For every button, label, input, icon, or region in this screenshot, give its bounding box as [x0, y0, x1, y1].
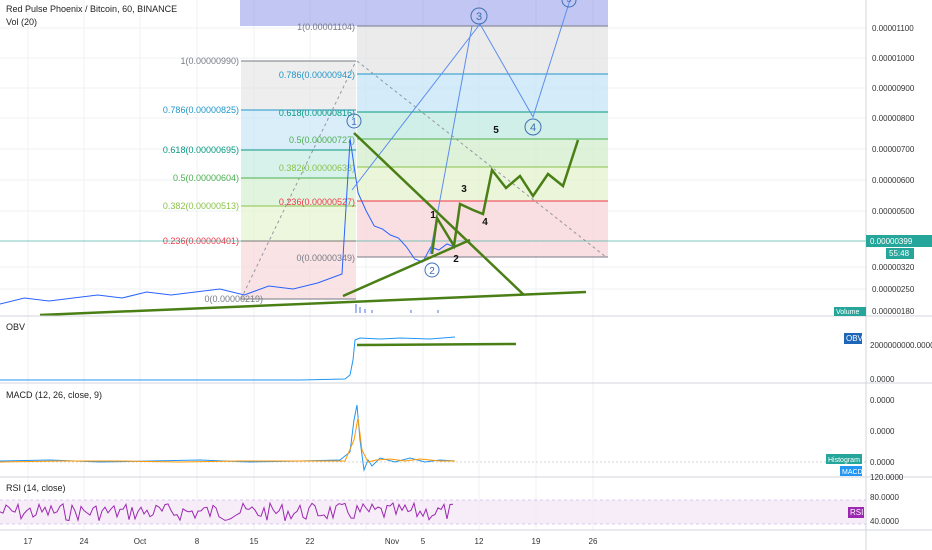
time-tick: Nov: [385, 537, 399, 546]
macd-axis-tick: 0.0000: [870, 458, 895, 467]
fib-label-right: 0.5(0.00000727): [289, 135, 355, 145]
time-tick: 24: [80, 537, 89, 546]
time-tick: 5: [421, 537, 426, 546]
rsi-axis-tick: 120.0000: [870, 473, 904, 482]
fib-label-left: 0(0.00000219): [204, 294, 263, 304]
volume-badge-text: Volume: [836, 309, 859, 316]
wave-circle-label: 3: [476, 11, 482, 23]
wave-circle-label: 1: [351, 117, 357, 128]
fib-zone-left-5: [241, 206, 356, 241]
rsi-axis-tick: 80.0000: [870, 493, 899, 502]
fib-label-left: 1(0.00000990): [180, 56, 239, 66]
price-tick: 0.00000320: [872, 263, 915, 272]
obv-support-line[interactable]: [356, 342, 517, 347]
obv-axis-tick: 0.0000: [870, 375, 895, 384]
obv-badge-text: OBV: [846, 334, 864, 343]
price-tick: 0.00000500: [872, 207, 915, 216]
fib-label-left: 0.382(0.00000513): [163, 201, 239, 211]
macd-axis-tick: 0.0000: [870, 427, 895, 436]
countdown-value: 55:48: [889, 249, 910, 258]
macd-label: MACD (12, 26, close, 9): [6, 390, 102, 400]
current-price-value: 0.00000399: [870, 237, 913, 246]
fib-zone-right-2: [357, 74, 608, 112]
time-tick: 8: [195, 537, 200, 546]
fib-label-left: 0.618(0.00000695): [163, 145, 239, 155]
price-tick: 0.00001000: [872, 54, 915, 63]
fib-label-right: 0.618(0.00000816): [279, 108, 355, 118]
obv-axis-tick: 2000000000.0000: [870, 341, 932, 350]
obv-label: OBV: [6, 322, 25, 332]
rsi-band: [0, 500, 866, 524]
time-tick: 26: [589, 537, 598, 546]
time-tick: 17: [24, 537, 33, 546]
price-tick: 0.00000250: [872, 285, 915, 294]
fib-label-right: 0.236(0.00000527): [279, 197, 355, 207]
price-tick: 0.00001100: [872, 24, 914, 33]
volume-label: Vol (20): [6, 17, 37, 27]
wave-label: 5: [493, 125, 499, 136]
price-tick: 0.00000180: [872, 307, 915, 316]
time-tick: 12: [475, 537, 484, 546]
price-tick: 0.00000700: [872, 145, 915, 154]
price-tick: 0.00000900: [872, 84, 915, 93]
time-tick: 22: [306, 537, 315, 546]
histogram-badge-text: Histogram: [828, 457, 860, 464]
wave-label: 2: [453, 254, 459, 265]
wave-circle-label: 4: [530, 122, 536, 134]
time-tick: 15: [250, 537, 259, 546]
fib-label-right: 1(0.00001104): [297, 22, 355, 32]
fib-zone-right-1: [357, 26, 608, 74]
wave-circle-label: 2: [429, 266, 435, 277]
fib-label-left: 0.786(0.00000825): [163, 105, 239, 115]
fib-zone-left-1: [241, 61, 356, 110]
macd-badge-text: MACD: [842, 469, 863, 476]
trading-chart[interactable]: 1(0.00000990) 0.786(0.00000825) 0.618(0.…: [0, 0, 932, 550]
price-tick: 0.00000800: [872, 114, 915, 123]
fib-label-left: 0.5(0.00000604): [173, 173, 239, 183]
chart-title: Red Pulse Phoenix / Bitcoin, 60, BINANCE: [6, 4, 177, 14]
rsi-axis-tick: 40.0000: [870, 517, 899, 526]
rsi-badge-text: RSI: [850, 508, 863, 517]
fib-label-right: 0.786(0.00000942): [279, 70, 355, 80]
wave-label: 3: [461, 184, 467, 195]
rsi-label: RSI (14, close): [6, 483, 66, 493]
macd-axis-tick: 0.0000: [870, 396, 895, 405]
price-tick: 0.00000600: [872, 176, 915, 185]
time-tick: 19: [532, 537, 541, 546]
wave-label: 1: [430, 210, 436, 221]
time-tick: Oct: [134, 537, 147, 546]
fib-label-right: 0(0.00000349): [296, 253, 355, 263]
fib-label-right: 0.382(0.00000638): [279, 163, 355, 173]
wave-circle-label: 5: [566, 0, 571, 4]
wave-label: 4: [482, 217, 488, 228]
fib-zone-right-top: [240, 0, 608, 26]
